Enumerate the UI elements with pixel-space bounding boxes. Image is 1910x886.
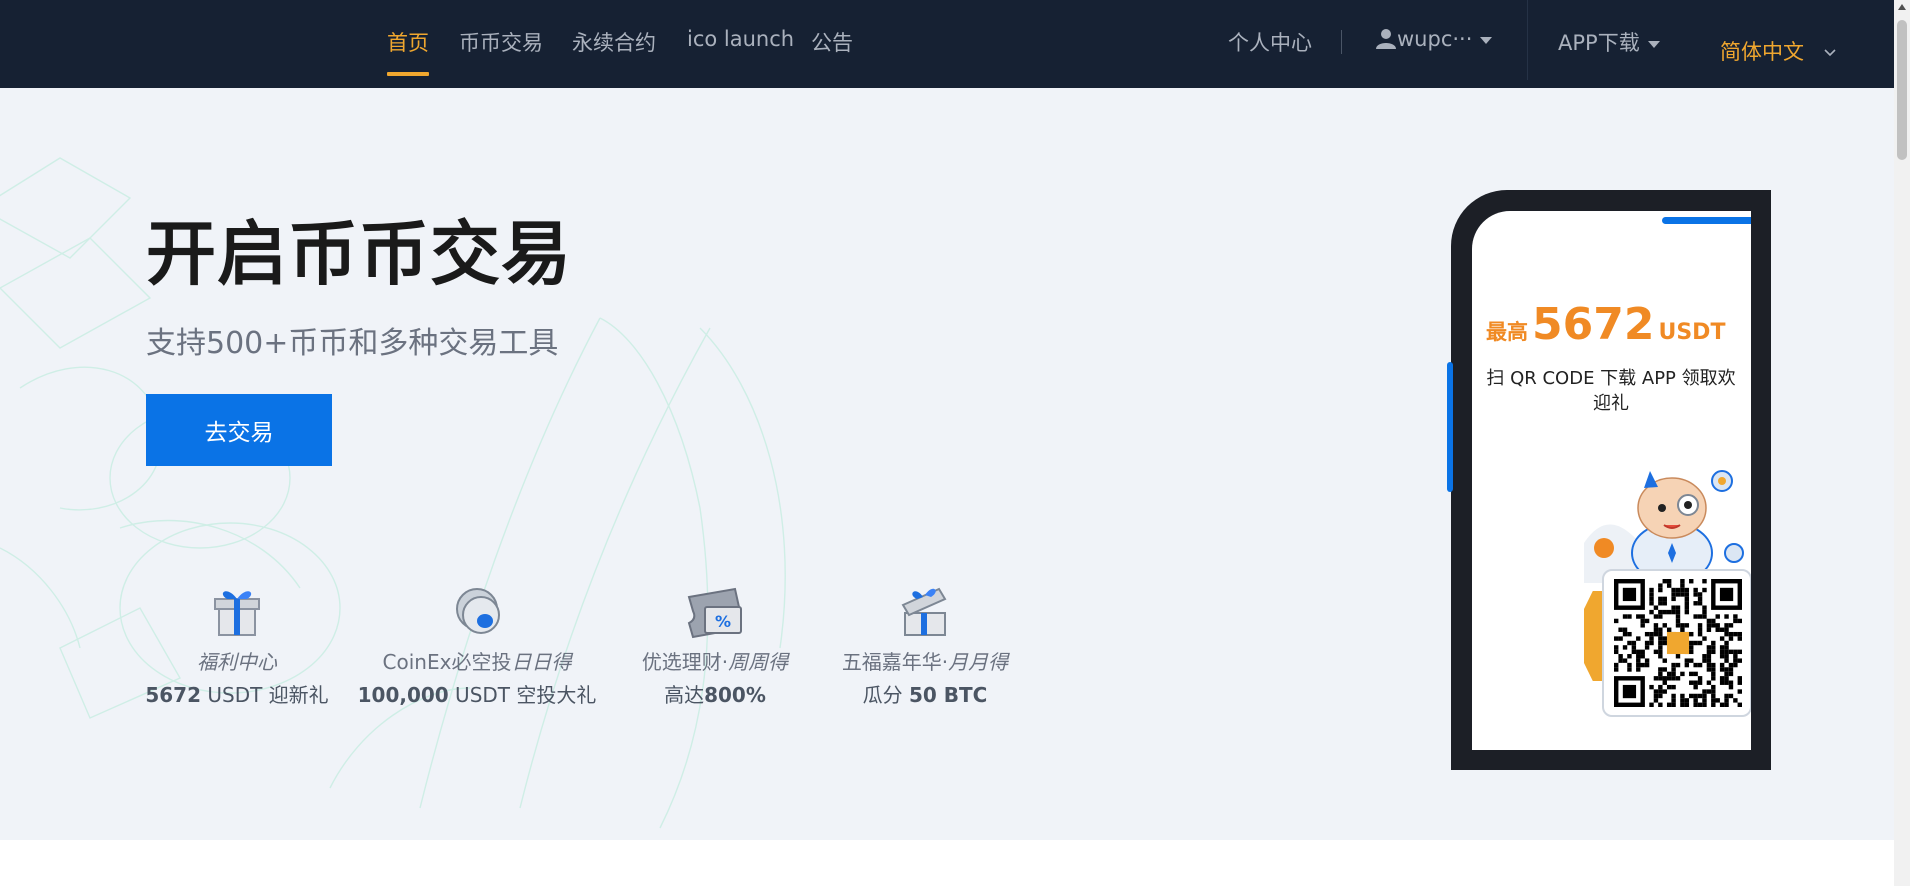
- user-icon: [1376, 29, 1396, 49]
- nav-ico-launch[interactable]: ico launch: [687, 27, 794, 51]
- chevron-down-icon: [1480, 36, 1493, 44]
- gift-box-icon: [214, 591, 260, 636]
- phone-notch: [1662, 217, 1751, 224]
- feature-five-blessings[interactable]: 五福嘉年华·月月得 瓜分 50 BTC: [795, 583, 1055, 713]
- chevron-down-icon: [1647, 40, 1660, 48]
- page-scrollbar[interactable]: [1894, 0, 1910, 886]
- user-menu[interactable]: wupc···: [1375, 27, 1493, 51]
- chevron-down-icon: [1824, 49, 1836, 57]
- nav-announcements[interactable]: 公告: [811, 27, 853, 57]
- mascot-illustration: [1584, 470, 1744, 583]
- username: wupc···: [1397, 27, 1473, 51]
- feature-value-text: USDT 空投大礼: [448, 683, 597, 707]
- feature-value-text: USDT 迎新礼: [201, 683, 329, 707]
- nav-divider: [1527, 0, 1528, 80]
- promo-prefix: 最高: [1486, 320, 1528, 344]
- app-download-menu[interactable]: APP下载: [1558, 27, 1660, 57]
- hero-title: 开启币币交易: [146, 213, 572, 295]
- feature-name-emphasis: 周周得: [728, 650, 789, 674]
- nav-spot-trading[interactable]: 币币交易: [459, 27, 543, 57]
- feature-name: CoinEx必空投: [382, 650, 512, 674]
- hero-section: 开启币币交易 支持500+币币和多种交易工具 去交易 福利中心 5672 USD…: [0, 88, 1894, 840]
- app-download-label: APP下载: [1558, 31, 1640, 55]
- svg-text:%: %: [715, 612, 731, 631]
- feature-value-number: 5672: [145, 683, 201, 707]
- promo-headline: 最高5672 USDT: [1486, 299, 1725, 350]
- phone-side-button: [1447, 362, 1453, 492]
- feature-value-number: 800%: [704, 683, 766, 707]
- phone-screen: 最高5672 USDT 扫 QR CODE 下载 APP 领取欢迎礼: [1472, 211, 1751, 750]
- feature-value-prefix: 高达: [664, 683, 705, 707]
- promo-description: 扫 QR CODE 下载 APP 领取欢迎礼: [1486, 368, 1736, 414]
- phone-mockup: 最高5672 USDT 扫 QR CODE 下载 APP 领取欢迎礼: [1447, 190, 1771, 770]
- promo-amount: 5672: [1532, 299, 1655, 350]
- feature-name-emphasis: 福利中心: [197, 650, 277, 674]
- feature-value-prefix: 瓜分: [862, 683, 909, 707]
- app-download-qr-code[interactable]: [1602, 569, 1751, 717]
- qr-code-icon: [1614, 579, 1742, 707]
- language-selector[interactable]: 简体中文: [1690, 0, 1863, 92]
- feature-welfare-center[interactable]: 福利中心 5672 USDT 迎新礼: [107, 583, 367, 713]
- nav-home[interactable]: 首页: [387, 27, 429, 57]
- language-label: 简体中文: [1720, 40, 1804, 64]
- feature-name: 优选理财·: [641, 650, 729, 674]
- nav-perpetual[interactable]: 永续合约: [572, 27, 656, 57]
- nav-account-center[interactable]: 个人中心: [1228, 27, 1312, 57]
- feature-name-emphasis: 日日得: [511, 650, 572, 674]
- scroll-up-icon[interactable]: [1898, 4, 1906, 10]
- feature-airdrop[interactable]: CoinEx必空投日日得 100,000 USDT 空投大礼: [347, 583, 607, 713]
- coin-icon: [456, 588, 500, 634]
- nav-divider: [1341, 30, 1342, 54]
- coupon-ticket-icon: %: [687, 587, 742, 639]
- nav-active-indicator: [387, 72, 429, 76]
- top-nav: 首页 币币交易 永续合约 ico launch 公告 个人中心 wupc··· …: [0, 0, 1894, 92]
- feature-name: 五福嘉年华·: [841, 650, 949, 674]
- hero-subtitle: 支持500+币币和多种交易工具: [146, 326, 559, 361]
- scroll-thumb[interactable]: [1897, 20, 1907, 160]
- page-lower-section: [0, 840, 1894, 886]
- promo-unit: USDT: [1658, 320, 1726, 345]
- feature-value-number: 100,000: [357, 683, 449, 707]
- open-gift-icon: [901, 587, 947, 636]
- feature-value-number: 50 BTC: [909, 683, 988, 707]
- go-trade-button[interactable]: 去交易: [146, 394, 332, 466]
- feature-name-emphasis: 月月得: [948, 650, 1009, 674]
